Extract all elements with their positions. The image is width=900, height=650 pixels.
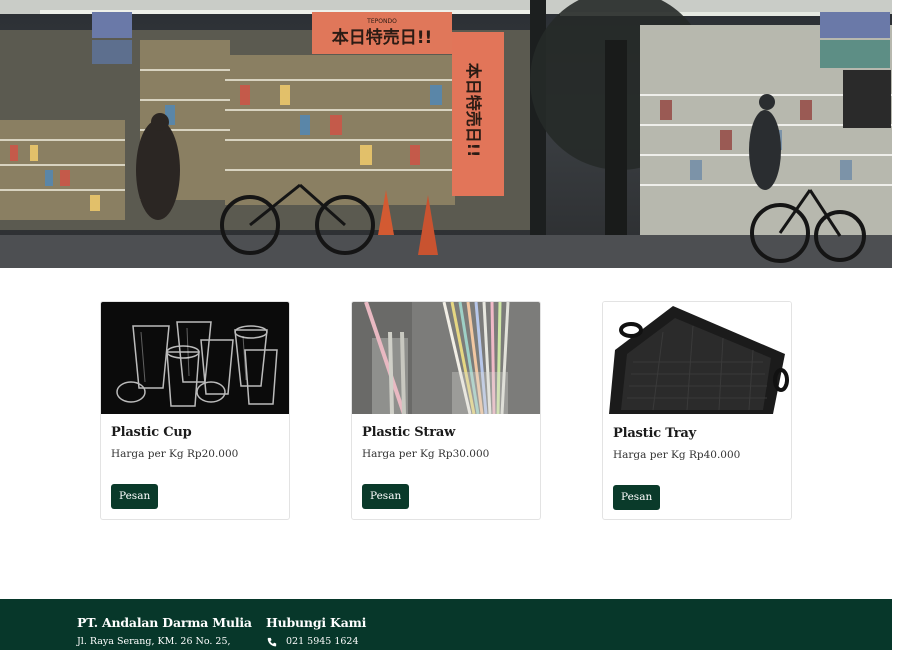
product-card-plastic-cup: Plastic Cup Harga per Kg Rp20.000 Pesan xyxy=(100,301,290,520)
footer-company-column: PT. Andalan Darma Mulia Jl. Raya Serang,… xyxy=(77,615,252,647)
footer-address: Jl. Raya Serang, KM. 26 No. 25, xyxy=(77,636,231,647)
hero-edge xyxy=(892,0,900,268)
footer-company-name: PT. Andalan Darma Mulia xyxy=(77,615,252,630)
plastic-tray-photo xyxy=(603,302,791,414)
product-card-plastic-tray: Plastic Tray Harga per Kg Rp40.000 Pesan xyxy=(602,301,792,520)
banner-text: 本日特売日!! xyxy=(332,27,433,48)
product-title: Plastic Tray xyxy=(613,426,696,441)
hero-store-photo: 本日特売日!! TEPONDO 本日特売日!! xyxy=(0,0,892,268)
order-button[interactable]: Pesan xyxy=(362,484,410,509)
product-price: Harga per Kg Rp30.000 xyxy=(362,448,490,460)
banner-small-text: TEPONDO xyxy=(366,18,397,25)
footer-phone-number: 021 5945 1624 xyxy=(286,636,359,647)
hero-banner: 本日特売日!! TEPONDO 本日特売日!! xyxy=(0,0,892,268)
order-button[interactable]: Pesan xyxy=(111,484,159,509)
footer-contact-column: Hubungi Kami 021 5945 1624 xyxy=(266,615,366,647)
product-price: Harga per Kg Rp40.000 xyxy=(613,449,741,461)
vertical-banner-text: 本日特売日!! xyxy=(464,63,483,158)
footer-contact-heading: Hubungi Kami xyxy=(266,615,367,630)
plastic-straws-photo xyxy=(352,302,540,414)
order-button[interactable]: Pesan xyxy=(613,485,661,510)
footer-phone[interactable]: 021 5945 1624 xyxy=(266,636,366,647)
plastic-cups-photo xyxy=(101,302,289,414)
product-title: Plastic Cup xyxy=(111,425,192,440)
product-price: Harga per Kg Rp20.000 xyxy=(111,448,239,460)
product-title: Plastic Straw xyxy=(362,425,456,440)
site-footer: PT. Andalan Darma Mulia Jl. Raya Serang,… xyxy=(0,599,892,650)
product-card-plastic-straw: Plastic Straw Harga per Kg Rp30.000 Pesa… xyxy=(351,301,541,520)
phone-icon xyxy=(266,637,278,647)
